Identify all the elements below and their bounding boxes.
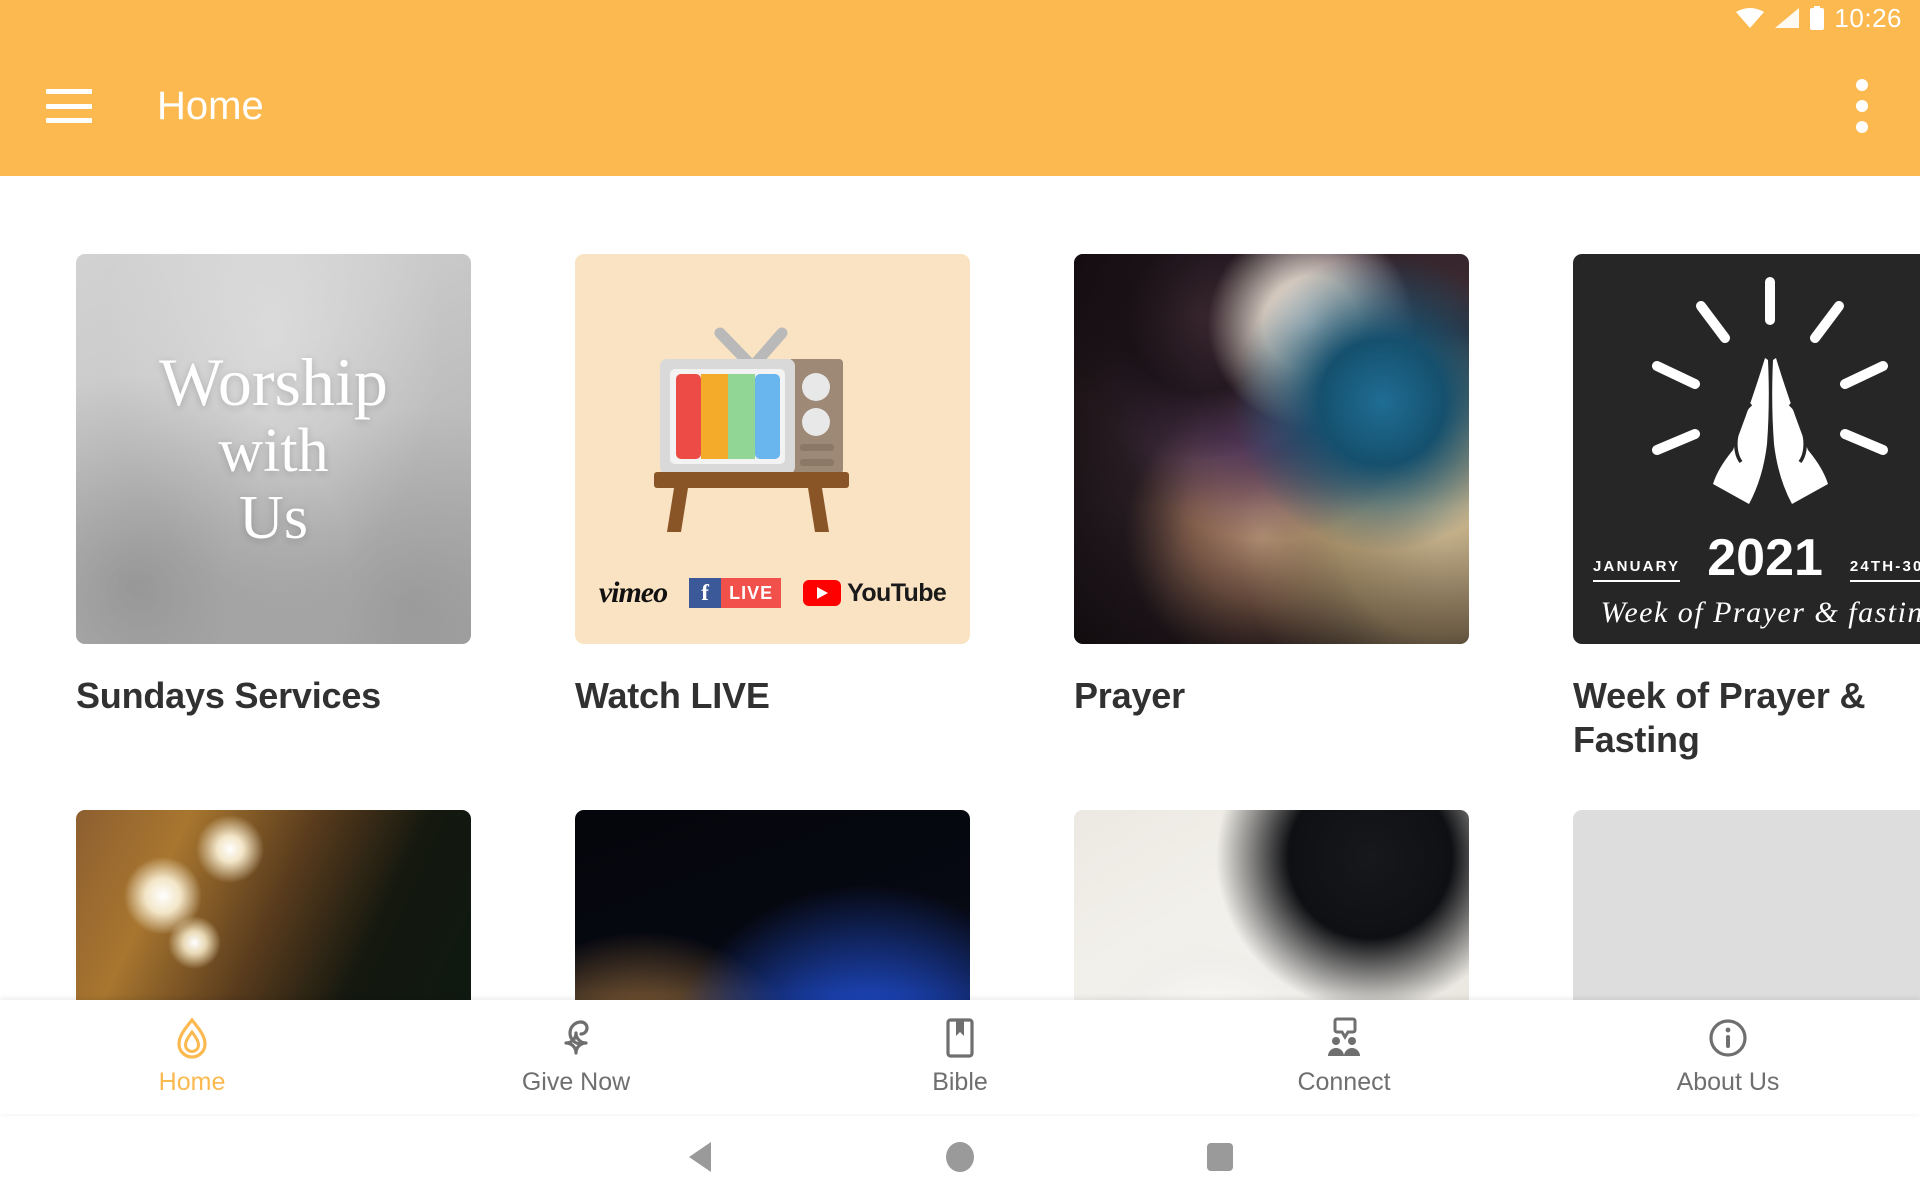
home-circle-icon[interactable] (830, 1142, 1090, 1172)
people-chat-icon (1323, 1017, 1365, 1059)
worship-stage-poiema-photo[interactable] (575, 809, 970, 1000)
desk-notebook-photo[interactable] (1074, 809, 1469, 1000)
info-circle-icon (1707, 1017, 1749, 1059)
android-system-nav (0, 1114, 1920, 1200)
card-grid: Worship with Us Sundays Services vimeo f… (0, 176, 1920, 1000)
status-bar: 10:26 (0, 0, 1920, 36)
bookmark-book-icon (944, 1017, 976, 1059)
card-watch-live[interactable]: vimeo f LIVE YouTube Watch LIVE (575, 254, 970, 762)
facebook-live-label: LIVE (721, 578, 782, 608)
youtube-play-icon (803, 580, 842, 606)
week-of-prayer-poster[interactable]: JANUARY 2021 24TH-30TH Week of Prayer & … (1573, 254, 1920, 644)
flame-icon (174, 1017, 210, 1059)
card-title: Prayer (1074, 675, 1185, 716)
wifi-icon (1736, 8, 1765, 28)
worship-line-1: Worship (159, 343, 388, 420)
card-row2-stage[interactable] (575, 809, 970, 1000)
poster-year: 2021 (1707, 529, 1823, 588)
card-week-of-prayer[interactable]: JANUARY 2021 24TH-30TH Week of Prayer & … (1573, 254, 1920, 762)
home-content-scroll[interactable]: Worship with Us Sundays Services vimeo f… (0, 176, 1920, 1000)
card-row2-desk[interactable] (1074, 809, 1469, 1000)
nav-item-give-now[interactable]: Give Now (384, 1017, 768, 1097)
card-title: Week of Prayer & Fasting (1573, 675, 1866, 760)
poster-days: 24TH-30TH (1849, 558, 1920, 582)
worship-overlay-text: Worship with Us (159, 343, 388, 553)
app-root: 10:26 Home Worship with Us Sundays Servi… (0, 0, 1920, 1200)
status-time: 10:26 (1834, 2, 1902, 33)
nav-item-connect[interactable]: Connect (1152, 1017, 1536, 1097)
facebook-live-logo: f LIVE (689, 578, 782, 608)
tv-icon (653, 327, 849, 532)
page-title: Home (157, 83, 264, 128)
youtube-logo: YouTube (803, 578, 947, 608)
nav-label: About Us (1676, 1068, 1780, 1096)
retro-tv-illustration[interactable]: vimeo f LIVE YouTube (575, 254, 970, 644)
hamburger-menu-icon[interactable] (46, 89, 92, 123)
poster-month: JANUARY (1593, 558, 1681, 582)
streaming-logos: vimeo f LIVE YouTube (575, 576, 970, 610)
facebook-mark: f (689, 578, 722, 608)
giving-hand-icon (556, 1017, 596, 1059)
card-row2-sanctuary[interactable] (76, 809, 471, 1000)
nav-item-about-us[interactable]: About Us (1536, 1017, 1920, 1097)
nav-label: Bible (932, 1068, 988, 1096)
card-prayer[interactable]: Prayer (1074, 254, 1469, 762)
worship-with-us-image[interactable]: Worship with Us (76, 254, 471, 644)
card-title: Sundays Services (76, 675, 381, 716)
poster-script-title: Week of Prayer & fasting (1600, 596, 1920, 629)
cell-signal-icon (1775, 8, 1800, 28)
nav-item-home[interactable]: Home (0, 1017, 384, 1097)
nav-label: Connect (1297, 1068, 1391, 1096)
nav-label: Give Now (521, 1068, 631, 1096)
poster-date-row: JANUARY 2021 24TH-30TH (1573, 529, 1920, 588)
vimeo-logo: vimeo (598, 576, 668, 609)
app-bar: Home (0, 36, 1920, 176)
person-beige-wall-photo[interactable] (1573, 809, 1920, 1000)
worship-line-2: with (218, 417, 329, 486)
back-triangle-icon[interactable] (570, 1142, 830, 1172)
nav-item-bible[interactable]: Bible (768, 1017, 1152, 1097)
nav-label: Home (158, 1068, 226, 1096)
overflow-menu-icon[interactable] (1856, 79, 1868, 133)
card-sundays-services[interactable]: Worship with Us Sundays Services (76, 254, 471, 762)
bottom-navigation: Home Give Now Bible Connect About Us (0, 1000, 1920, 1114)
battery-icon (1810, 6, 1825, 30)
youtube-label: YouTube (847, 578, 947, 607)
sanctuary-interior-photo[interactable] (76, 809, 471, 1000)
recents-square-icon[interactable] (1090, 1143, 1350, 1171)
worship-line-3: Us (239, 484, 308, 553)
prayer-group-photo[interactable] (1074, 254, 1469, 644)
card-title: Watch LIVE (575, 675, 770, 716)
card-row2-person[interactable] (1573, 809, 1920, 1000)
